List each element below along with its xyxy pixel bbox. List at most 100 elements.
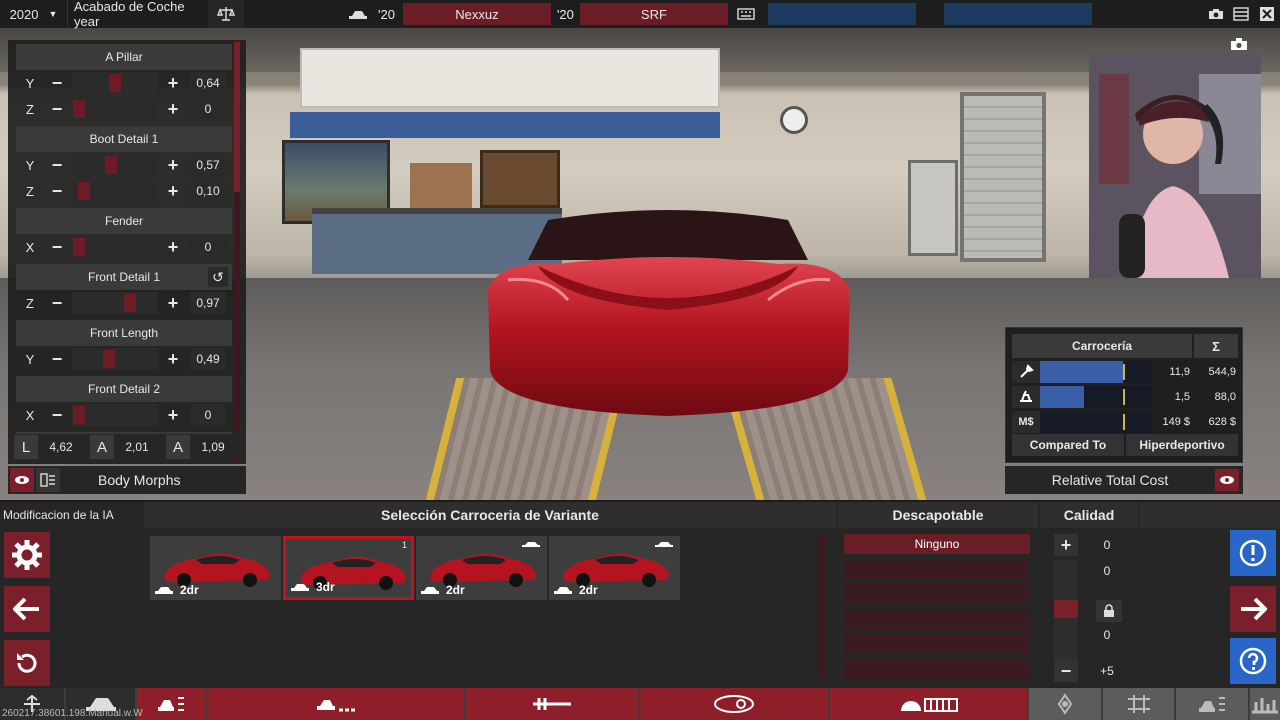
plus-button[interactable]: + [160, 180, 186, 202]
minus-button[interactable]: − [44, 404, 70, 426]
morph-value[interactable]: 0,57 [190, 154, 226, 176]
variant-thumbnail[interactable]: 3dr 1 [283, 536, 414, 600]
designer-name[interactable]: Nexxuz [402, 3, 551, 25]
warning-button[interactable] [1230, 530, 1276, 576]
morph-slider-row: Z − +0,97 [16, 290, 246, 316]
year-selector[interactable]: 2020 ▼ [0, 0, 68, 28]
nav-suspension[interactable] [1102, 688, 1175, 720]
morph-slider[interactable] [72, 404, 158, 426]
morph-value[interactable]: 0,97 [190, 292, 226, 314]
dim-value: 2,01 [125, 440, 149, 454]
help-button[interactable] [1230, 638, 1276, 684]
slider-thumb[interactable] [109, 74, 121, 92]
slider-thumb[interactable] [124, 294, 136, 312]
plus-button[interactable]: + [160, 72, 186, 94]
morph-slider[interactable] [72, 154, 158, 176]
morph-slider[interactable] [72, 72, 158, 94]
plus-button[interactable]: + [160, 98, 186, 120]
morph-value[interactable]: 0,49 [190, 348, 226, 370]
slider-thumb[interactable] [78, 182, 90, 200]
morph-slider[interactable] [72, 180, 158, 202]
slider-thumb[interactable] [105, 156, 117, 174]
car-model[interactable] [478, 180, 858, 420]
quality-slider[interactable] [1054, 560, 1078, 660]
quality-minus-button[interactable]: − [1054, 660, 1078, 682]
minus-button[interactable]: − [44, 180, 70, 202]
blue-slot-2[interactable] [943, 3, 1092, 25]
morph-value[interactable]: 0 [190, 404, 226, 426]
plus-button[interactable]: + [160, 154, 186, 176]
slider-thumb[interactable] [73, 238, 85, 256]
screen-title: Acabado de Coche year [74, 0, 185, 29]
stat-bar [1040, 410, 1152, 433]
back-button[interactable] [4, 586, 50, 632]
morph-slider[interactable] [72, 292, 158, 314]
minus-button[interactable]: − [44, 154, 70, 176]
reset-icon[interactable]: ↺ [208, 267, 228, 287]
slider-thumb[interactable] [103, 350, 115, 368]
nav-grille[interactable] [830, 688, 1028, 720]
minus-button[interactable]: − [44, 292, 70, 314]
morph-value[interactable]: 0 [190, 236, 226, 258]
eye-icon[interactable] [10, 468, 34, 492]
minus-button[interactable]: − [44, 236, 70, 258]
morph-slider[interactable] [72, 348, 158, 370]
morph-section-title: Fender [104, 214, 144, 228]
next-button[interactable] [1230, 586, 1276, 632]
morph-slider[interactable] [72, 98, 158, 120]
lock-icon[interactable] [1096, 600, 1122, 622]
balance-icon[interactable] [208, 0, 244, 28]
morph-mode-icon[interactable] [36, 468, 60, 492]
quality-bonus: +5 [1100, 664, 1114, 678]
minus-button[interactable]: − [44, 348, 70, 370]
quality-slider-thumb[interactable] [1054, 600, 1078, 618]
panel-scroll-thumb[interactable] [234, 42, 240, 192]
slider-thumb[interactable] [73, 406, 85, 424]
blue-slot-1[interactable] [767, 3, 916, 25]
stat-row-production: 1,5 88,0 [1012, 385, 1238, 408]
axis-label: Y [25, 75, 35, 91]
reset-button[interactable] [4, 640, 50, 686]
convertible-empty-slot [844, 634, 1030, 654]
plus-button[interactable]: + [160, 348, 186, 370]
convertible-empty-slot [844, 584, 1030, 604]
minus-button[interactable]: − [44, 98, 70, 120]
nav-body-morph[interactable] [137, 688, 206, 720]
nav-tests[interactable] [1250, 688, 1280, 720]
webcam-overlay [1089, 54, 1261, 278]
settings-button[interactable] [4, 532, 50, 578]
dim-value: 1,09 [201, 440, 225, 454]
convertible-option[interactable]: Ninguno [844, 534, 1030, 554]
variant-thumbnail[interactable]: 2dr [549, 536, 680, 600]
camera-icon[interactable] [1204, 0, 1228, 28]
plus-button[interactable]: + [160, 292, 186, 314]
morph-slider[interactable] [72, 236, 158, 258]
nav-lights[interactable] [640, 688, 829, 720]
eye-icon[interactable] [1215, 469, 1239, 491]
keyboard-icon[interactable] [730, 0, 762, 28]
morph-section-header: Front Detail 2 [16, 376, 232, 402]
nav-interior[interactable] [1176, 688, 1249, 720]
stat-total: 544,9 [1208, 365, 1236, 378]
variant-scrollbar[interactable] [818, 536, 826, 678]
morph-value[interactable]: 0,64 [190, 72, 226, 94]
morph-value[interactable]: 0,10 [190, 180, 226, 202]
nav-variants[interactable] [207, 688, 465, 720]
menu-icon[interactable] [1228, 0, 1254, 28]
compared-to-value[interactable]: Hiperdeportivo [1126, 434, 1238, 456]
morph-section-header: Front Length [16, 320, 232, 346]
slider-thumb[interactable] [73, 100, 85, 118]
stat-total: 628 $ [1208, 415, 1236, 428]
plus-button[interactable]: + [160, 236, 186, 258]
morph-value[interactable]: 0 [190, 98, 226, 120]
nav-engine[interactable] [1029, 688, 1101, 720]
variant-thumbnail[interactable]: 2dr [150, 536, 281, 600]
nav-frame[interactable] [466, 688, 639, 720]
plus-button[interactable]: + [160, 404, 186, 426]
quality-plus-button[interactable]: + [1054, 534, 1078, 556]
brand-name[interactable]: SRF [579, 3, 728, 25]
close-icon[interactable] [1254, 0, 1280, 28]
minus-button[interactable]: − [44, 72, 70, 94]
bottom-headers: Modificacion de la IA Selección Carrocer… [0, 502, 1280, 528]
variant-thumbnail[interactable]: 2dr [416, 536, 547, 600]
